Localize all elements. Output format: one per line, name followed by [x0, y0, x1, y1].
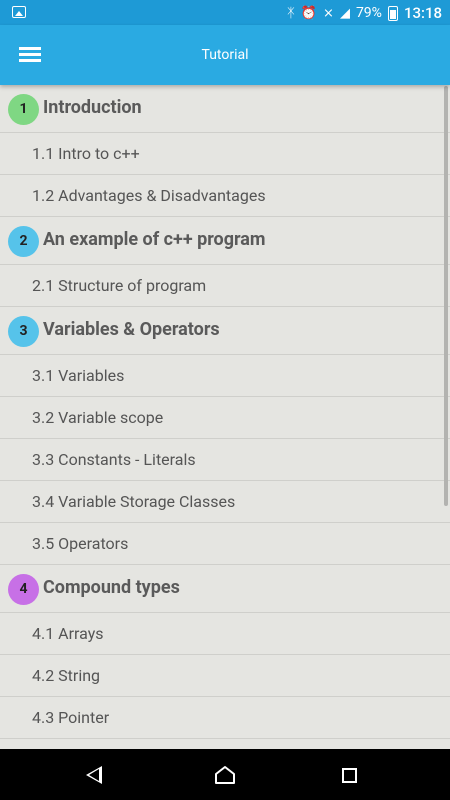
list-item-partial[interactable] — [0, 739, 450, 749]
section-title: An example of c++ program — [43, 229, 266, 250]
section-number-badge: 2 — [8, 226, 39, 257]
image-icon — [12, 6, 26, 18]
app-bar: Tutorial — [0, 25, 450, 85]
page-title: Tutorial — [201, 47, 249, 63]
list-item-label: 1.1 Intro to c++ — [32, 144, 140, 163]
back-icon[interactable] — [86, 766, 102, 784]
list-item[interactable]: 3.1 Variables — [0, 355, 450, 397]
list-item-label: 4.3 Pointer — [32, 708, 110, 727]
list-item[interactable]: 3.3 Constants - Literals — [0, 439, 450, 481]
tutorial-list[interactable]: 1 Introduction 1.1 Intro to c++ 1.2 Adva… — [0, 85, 450, 749]
list-item-label: 4.2 String — [32, 666, 101, 685]
section-header-example-program[interactable]: 2 An example of c++ program — [0, 217, 450, 265]
list-item[interactable]: 2.1 Structure of program — [0, 265, 450, 307]
status-bar: ᛡ ⏰ ⨯ ◢ 79% 13:18 — [0, 0, 450, 25]
home-icon[interactable] — [214, 765, 236, 785]
navigation-bar — [0, 749, 450, 800]
section-number-badge: 3 — [8, 316, 39, 347]
section-title: Compound types — [43, 577, 180, 598]
list-item[interactable]: 4.1 Arrays — [0, 613, 450, 655]
list-item[interactable]: 1.1 Intro to c++ — [0, 133, 450, 175]
section-number-badge: 4 — [8, 574, 39, 605]
list-item[interactable]: 4.2 String — [0, 655, 450, 697]
list-item-label: 3.2 Variable scope — [32, 408, 164, 427]
list-item-label: 3.1 Variables — [32, 366, 125, 385]
recent-apps-icon[interactable] — [342, 768, 357, 783]
list-item-label: 3.3 Constants - Literals — [32, 450, 196, 469]
section-header-introduction[interactable]: 1 Introduction — [0, 85, 450, 133]
list-item-label: 3.5 Operators — [32, 534, 129, 553]
status-icons: ᛡ ⏰ ⨯ ◢ 79% 13:18 — [287, 3, 442, 23]
list-item-label: 4.1 Arrays — [32, 624, 104, 643]
battery-percent: 79% — [355, 5, 382, 21]
scrollbar-thumb[interactable] — [444, 86, 448, 506]
section-number-badge: 1 — [8, 94, 39, 125]
list-item[interactable]: 3.4 Variable Storage Classes — [0, 481, 450, 523]
section-header-variables-operators[interactable]: 3 Variables & Operators — [0, 307, 450, 355]
list-item-label: 3.4 Variable Storage Classes — [32, 492, 236, 511]
no-sim-signal-icon: ⨯ — [323, 5, 334, 21]
list-item[interactable]: 1.2 Advantages & Disadvantages — [0, 175, 450, 217]
section-title: Introduction — [43, 97, 142, 118]
section-header-compound-types[interactable]: 4 Compound types — [0, 565, 450, 613]
list-item-label: 1.2 Advantages & Disadvantages — [32, 186, 266, 205]
list-item-label: 2.1 Structure of program — [32, 276, 207, 295]
signal-icon: ◢ — [339, 5, 350, 21]
section-title: Variables & Operators — [43, 319, 220, 340]
list-item[interactable]: 3.5 Operators — [0, 523, 450, 565]
clock: 13:18 — [403, 4, 442, 22]
bluetooth-icon: ᛡ — [287, 5, 295, 21]
list-item[interactable]: 3.2 Variable scope — [0, 397, 450, 439]
battery-icon — [387, 5, 398, 21]
alarm-icon: ⏰ — [300, 5, 318, 21]
list-item[interactable]: 4.3 Pointer — [0, 697, 450, 739]
